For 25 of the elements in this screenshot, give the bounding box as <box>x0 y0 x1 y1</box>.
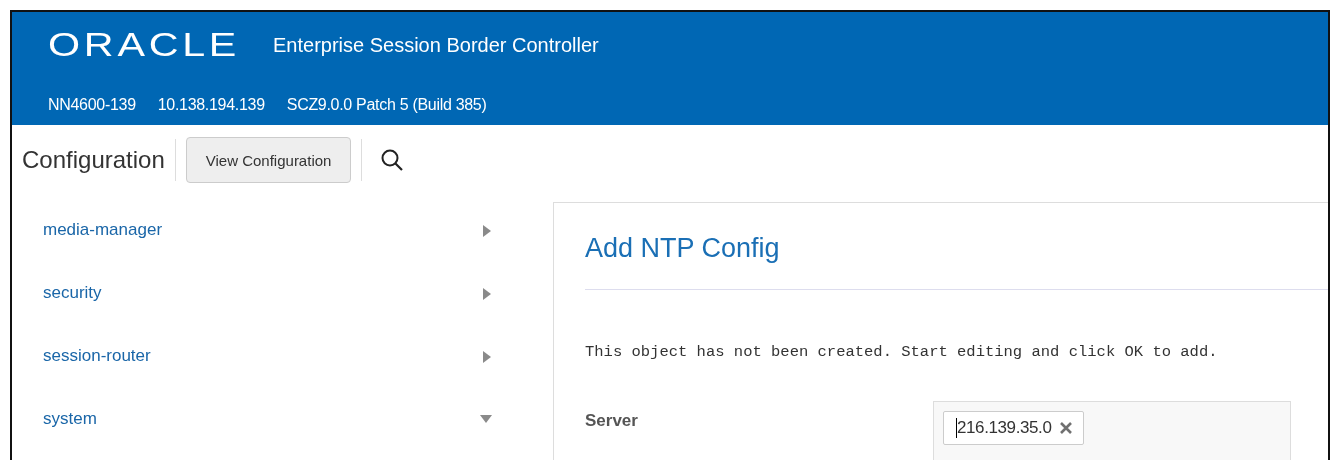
remove-icon[interactable] <box>1059 421 1074 435</box>
page-title: Configuration <box>22 146 165 174</box>
collapsed-triangle-icon[interactable] <box>482 288 492 300</box>
nav-item[interactable]: media-manager <box>43 220 492 283</box>
nav-label[interactable]: session-router <box>43 346 151 366</box>
system-info: SCZ9.0.0 Patch 5 (Build 385) <box>286 96 487 114</box>
server-input-field[interactable]: 216.139.35.0 <box>933 401 1291 460</box>
system-info: 10.138.194.139 <box>157 96 265 114</box>
nav-item[interactable]: session-router <box>43 346 492 409</box>
nav-item[interactable]: security <box>43 283 492 346</box>
collapsed-triangle-icon[interactable] <box>482 225 492 237</box>
chip-text: 216.139.35.0 <box>957 418 1052 438</box>
field-label: Server <box>585 411 639 432</box>
nav-item[interactable]: system <box>43 409 492 460</box>
collapsed-triangle-icon[interactable] <box>482 351 492 363</box>
nav-label[interactable]: system <box>43 409 97 429</box>
status-message: This object has not been created. Start editing and click OK to add. <box>585 343 1219 361</box>
product-title: Enterprise Session Border Controller <box>273 33 599 57</box>
expanded-triangle-icon[interactable] <box>480 414 492 424</box>
system-info: NN4600-139 <box>48 96 136 114</box>
view-configuration-button[interactable]: View Configuration <box>185 137 352 183</box>
panel-title: Add NTP Config <box>585 233 781 264</box>
nav-label[interactable]: security <box>43 283 102 303</box>
nav-label[interactable]: media-manager <box>43 220 163 240</box>
search-icon[interactable] <box>380 148 405 172</box>
